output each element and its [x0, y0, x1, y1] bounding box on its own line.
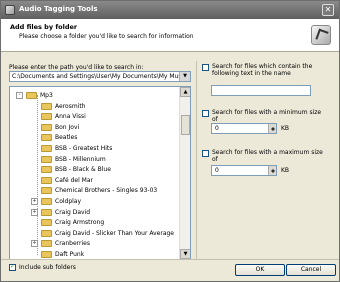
- ok-button[interactable]: OK: [235, 264, 285, 276]
- tree-item-label: Chemical Brothers - Singles 93-03: [55, 187, 158, 195]
- min-size-spinner[interactable]: 0: [211, 123, 277, 134]
- folder-icon: [41, 123, 52, 131]
- text-search-input[interactable]: [211, 85, 311, 96]
- tree-item-label: Craig Armstrong: [55, 219, 105, 227]
- tree-item[interactable]: Chemical Brothers - Singles 93-03: [10, 186, 180, 195]
- expand-icon[interactable]: +: [31, 240, 38, 248]
- tree-item[interactable]: Craig David - Slicker Than Your Average: [10, 229, 180, 238]
- include-subfolders-option[interactable]: Include sub folders: [9, 263, 76, 271]
- tree-item-label: Cranberries: [55, 240, 90, 248]
- folder-icon: [41, 155, 52, 163]
- tree-item[interactable]: BSB - Millennium: [10, 155, 180, 164]
- folder-icon: [41, 219, 52, 227]
- scroll-thumb[interactable]: [181, 115, 190, 135]
- chevron-down-icon[interactable]: ▼: [179, 72, 190, 81]
- tree-item[interactable]: BSB - Greatest Hits: [10, 144, 180, 153]
- path-label: Please enter the path you'd like to sear…: [9, 64, 144, 71]
- tree-item-label: Coldplay: [55, 198, 82, 205]
- app-icon: [5, 5, 15, 15]
- dialog-header: Add files by folder Please choose a fold…: [1, 19, 339, 52]
- bottom-separator: [1, 259, 339, 260]
- max-size-unit: KB: [281, 167, 290, 174]
- min-size-checkbox[interactable]: [202, 110, 209, 117]
- min-size-value: 0: [215, 125, 219, 132]
- tree-scrollbar[interactable]: ▲ ▼: [179, 87, 190, 259]
- header-title: Add files by folder: [10, 23, 78, 31]
- music-tag-icon: [311, 25, 331, 45]
- tree-item-label: BSB - Black & Blue: [55, 166, 111, 174]
- max-size-spinner[interactable]: 0: [211, 165, 277, 176]
- window-title: Audio Tagging Tools: [19, 5, 98, 13]
- tree-item-label: Bon Jovi: [55, 123, 80, 131]
- folder-icon: [41, 166, 52, 174]
- tree-item-label: Mp3: [40, 92, 53, 99]
- folder-icon: [41, 229, 52, 237]
- folder-icon: [41, 145, 52, 152]
- tree-item[interactable]: - Mp3: [10, 91, 180, 100]
- tree-item[interactable]: BSB - Black & Blue: [10, 165, 180, 174]
- tree-item[interactable]: Craig Armstrong: [10, 218, 180, 227]
- header-subtitle: Please choose a folder you'd like to sea…: [19, 33, 194, 40]
- folder-icon: [41, 208, 52, 216]
- tree-item[interactable]: + Coldplay: [10, 197, 180, 206]
- folder-icon: [41, 113, 52, 121]
- cancel-button[interactable]: Cancel: [286, 264, 336, 276]
- tree-item-label: Café del Mar: [55, 176, 93, 184]
- tree-item[interactable]: + Craig David: [10, 208, 180, 217]
- close-button[interactable]: ✕: [322, 4, 334, 16]
- include-subfolders-label: Include sub folders: [19, 264, 76, 271]
- expand-icon[interactable]: +: [31, 198, 38, 205]
- panel-divider: [196, 61, 197, 259]
- folder-icon: [41, 187, 52, 195]
- min-size-label: Search for files with a minimum size of: [212, 109, 322, 123]
- min-size-spin-buttons[interactable]: [268, 124, 276, 133]
- min-size-unit: KB: [281, 125, 290, 132]
- folder-icon: [26, 92, 37, 99]
- tree-item-label: Craig David - Slicker Than Your Average: [55, 229, 174, 237]
- folder-icon: [41, 240, 52, 248]
- collapse-icon[interactable]: -: [16, 92, 23, 99]
- dialog-window: Audio Tagging Tools ✕ Add files by folde…: [0, 0, 340, 282]
- tree-item[interactable]: Café del Mar: [10, 176, 180, 185]
- tree-item-label: BSB - Greatest Hits: [55, 145, 113, 152]
- tree-item-label: Anna Vissi: [55, 113, 86, 121]
- title-bar: Audio Tagging Tools ✕: [1, 1, 339, 19]
- text-search-checkbox[interactable]: [202, 64, 209, 71]
- expand-icon[interactable]: +: [31, 208, 38, 216]
- scroll-up-button[interactable]: ▲: [180, 87, 190, 97]
- scroll-down-button[interactable]: ▼: [180, 249, 190, 259]
- max-size-label: Search for files with a maximum size of: [212, 149, 323, 163]
- tree-item-label: Beatles: [55, 134, 78, 142]
- tree-item[interactable]: Bon Jovi: [10, 123, 180, 132]
- tree-item[interactable]: Aerosmith: [10, 102, 180, 111]
- tree-item[interactable]: Anna Vissi: [10, 112, 180, 121]
- tree-item-label: Craig David: [55, 208, 91, 216]
- tree-item-label: Daft Punk: [55, 251, 85, 258]
- folder-icon: [41, 134, 52, 142]
- tree-item[interactable]: Beatles: [10, 133, 180, 142]
- tree-item[interactable]: Daft Punk: [10, 250, 180, 259]
- text-search-label: Search for files which contain the follo…: [212, 63, 313, 77]
- folder-icon: [41, 102, 52, 110]
- folder-tree[interactable]: - Mp3 Aerosmith Anna Vissi Bon Jovi Beatles BS…: [9, 86, 191, 260]
- max-size-value: 0: [215, 167, 219, 174]
- path-combobox[interactable]: C:\Documents and Settings\User\My Docume…: [9, 71, 191, 82]
- max-size-checkbox[interactable]: [202, 150, 209, 157]
- tree-item-label: BSB - Millennium: [55, 155, 106, 163]
- folder-icon: [41, 251, 52, 258]
- folder-icon: [41, 176, 52, 184]
- folder-icon: [41, 198, 52, 205]
- path-value: C:\Documents and Settings\User\My Docume…: [12, 73, 187, 80]
- max-size-spin-buttons[interactable]: [268, 166, 276, 175]
- tree-item[interactable]: + Cranberries: [10, 239, 180, 248]
- tree-item-label: Aerosmith: [55, 102, 86, 110]
- include-subfolders-checkbox[interactable]: [9, 263, 16, 271]
